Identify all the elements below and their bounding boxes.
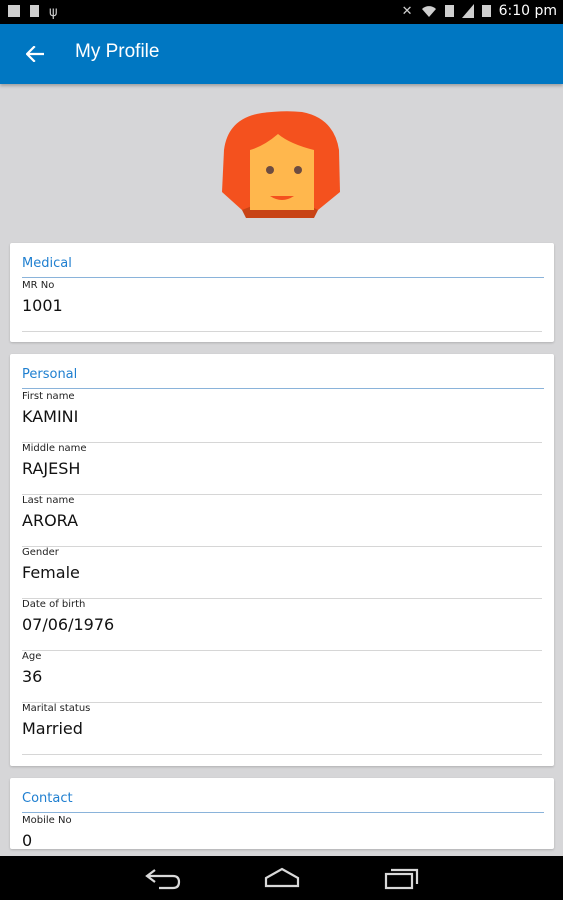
medical-section-header: Medical	[22, 256, 544, 278]
back-nav-button[interactable]	[143, 864, 183, 892]
field-value: RAJESH	[22, 459, 81, 478]
contact-section-header: Contact	[22, 791, 544, 813]
bluetooth-off-icon: ✕	[401, 3, 413, 19]
personal-card: Personal First name KAMINI Middle name R…	[10, 354, 554, 766]
field-label: Date of birth	[22, 599, 86, 610]
date-of-birth-field[interactable]: Date of birth 07/06/1976	[22, 599, 542, 651]
recents-nav-icon	[384, 868, 419, 890]
age-field[interactable]: Age 36	[22, 651, 542, 703]
contact-card: Contact Mobile No 0	[10, 778, 554, 849]
home-nav-button[interactable]	[262, 864, 302, 892]
field-value: 07/06/1976	[22, 615, 115, 634]
app-bar: My Profile	[0, 24, 563, 84]
field-value: ARORA	[22, 511, 79, 530]
mobile-no-field[interactable]: Mobile No 0	[22, 815, 542, 849]
page-title: My Profile	[75, 41, 160, 62]
arrow-left-icon	[26, 46, 44, 62]
field-label: First name	[22, 391, 75, 402]
status-right-icons: ✕ 6:10 pm	[402, 3, 557, 19]
field-label: Last name	[22, 495, 75, 506]
wifi-icon	[421, 6, 436, 17]
sim-icon	[444, 5, 454, 17]
status-left-icons: ψ	[8, 5, 58, 20]
first-name-field[interactable]: First name KAMINI	[22, 391, 542, 443]
navigation-bar	[0, 856, 563, 900]
home-nav-icon	[264, 867, 300, 888]
field-label: Mobile No	[22, 815, 72, 826]
status-time: 6:10 pm	[498, 3, 557, 19]
field-value: Female	[22, 563, 80, 582]
field-value: 1001	[22, 296, 63, 315]
back-nav-icon	[145, 869, 181, 890]
last-name-field[interactable]: Last name ARORA	[22, 495, 542, 547]
personal-section-header: Personal	[22, 367, 544, 389]
screenshot-icon	[8, 5, 20, 17]
status-bar: ψ ✕ 6:10 pm	[0, 0, 563, 24]
field-value: KAMINI	[22, 407, 79, 426]
field-label: Age	[22, 651, 42, 662]
female-avatar-icon	[222, 111, 340, 218]
gender-field[interactable]: Gender Female	[22, 547, 542, 599]
mr-no-field[interactable]: MR No 1001	[22, 280, 542, 332]
usb-icon: ψ	[49, 5, 58, 20]
marital-status-field[interactable]: Marital status Married	[22, 703, 542, 755]
field-label: Marital status	[22, 703, 91, 714]
field-value: Married	[22, 719, 83, 738]
field-label: MR No	[22, 280, 55, 291]
field-label: Middle name	[22, 443, 87, 454]
field-value: 36	[22, 667, 43, 686]
back-button[interactable]	[20, 36, 50, 72]
field-label: Gender	[22, 547, 59, 558]
avatar	[222, 110, 340, 222]
signal-icon	[461, 4, 474, 18]
field-value: 0	[22, 831, 33, 849]
medical-card: Medical MR No 1001	[10, 243, 554, 342]
recents-nav-button[interactable]	[382, 864, 422, 892]
middle-name-field[interactable]: Middle name RAJESH	[22, 443, 542, 495]
sd-card-icon	[30, 5, 39, 17]
battery-icon	[481, 5, 491, 17]
